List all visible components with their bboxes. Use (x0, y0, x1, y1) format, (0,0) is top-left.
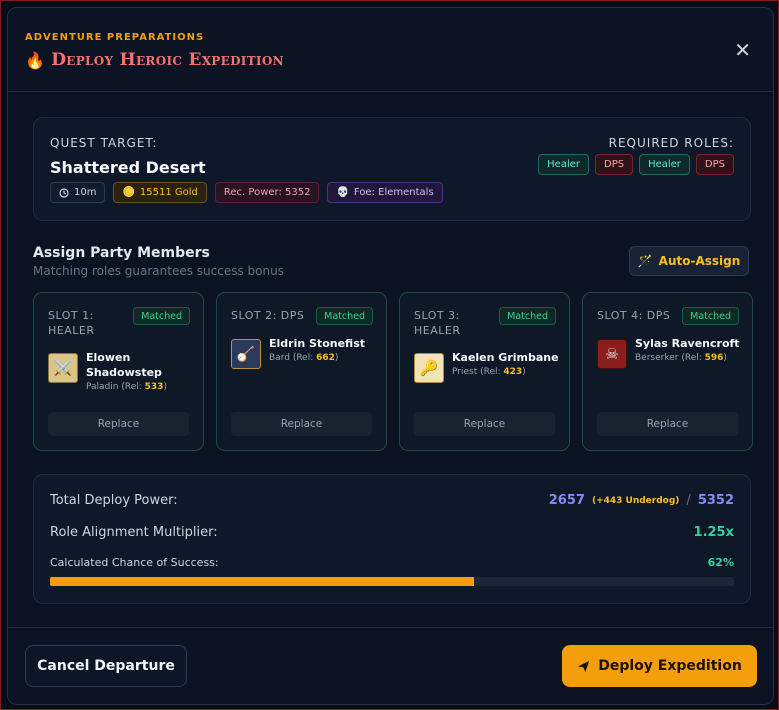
total-power-value: 2657 (548, 493, 585, 508)
slot-label: SLOT 4: DPS (597, 309, 671, 322)
slot-label: SLOT 3: HEALER (414, 309, 461, 337)
assign-party-subtitle: Matching roles guarantees success bonus (33, 264, 284, 278)
required-roles: Healer DPS Healer DPS (538, 154, 734, 175)
hero-class-meta: Bard (Rel: 662) (269, 353, 339, 363)
hero-info: ☠ Sylas Ravencroft Berserker (Rel: 596) (597, 336, 740, 369)
deploy-label: Deploy Expedition (598, 658, 742, 674)
recommended-power-text: Rec. Power: 5352 (223, 187, 311, 198)
close-icon[interactable]: ✕ (734, 40, 751, 60)
hero-name: Elowen Shadowstep (86, 351, 162, 379)
underdog-bonus: (+443 Underdog) (591, 495, 680, 506)
foe-tag: 💀 Foe: Elementals (327, 182, 443, 203)
modal-header: ADVENTURE PREPARATIONS 🔥 Deploy Heroic E… (8, 8, 773, 92)
modal-footer: Cancel Departure Deploy Expedition (8, 627, 773, 704)
hero-info: ⚔️ Elowen Shadowstep Paladin (Rel: 533) (48, 350, 186, 392)
matched-badge: Matched (133, 307, 190, 325)
matched-badge: Matched (682, 307, 739, 325)
duration-tag: 10m (50, 182, 106, 203)
success-chance-bar (50, 577, 734, 586)
app-background: ADVENTURE PREPARATIONS 🔥 Deploy Heroic E… (0, 0, 779, 710)
replace-button[interactable]: Replace (48, 412, 189, 436)
multiplier-row: Role Alignment Multiplier: 1.25x (50, 525, 734, 540)
party-slot-1[interactable]: SLOT 1: HEALER Matched ⚔️ Elowen Shadows… (33, 292, 204, 451)
party-slots: SLOT 1: HEALER Matched ⚔️ Elowen Shadows… (33, 292, 753, 451)
role-badge-dps: DPS (695, 154, 734, 175)
party-slot-2[interactable]: SLOT 2: DPS Matched 🪕 Eldrin Stonefist B… (216, 292, 387, 451)
skull-icon: 💀 (336, 187, 349, 198)
coins-icon: 🪙 (122, 187, 135, 198)
hero-class-meta: Paladin (Rel: 533) (86, 382, 167, 392)
role-badge-healer: Healer (538, 154, 589, 175)
beast-skull-icon: ☠ (597, 339, 627, 369)
hero-class: Paladin (86, 382, 119, 392)
hero-class: Berserker (635, 353, 679, 363)
lute-icon: 🪕 (231, 339, 261, 369)
hero-reliability: 596 (704, 353, 724, 363)
chance-value: 62% (707, 556, 734, 569)
matched-badge: Matched (499, 307, 556, 325)
recommended-power-tag: Rec. Power: 5352 (214, 182, 320, 203)
flame-icon: 🔥 (25, 50, 46, 70)
hero-class: Bard (269, 353, 290, 363)
deploy-expedition-button[interactable]: Deploy Expedition (562, 645, 757, 687)
role-badge-dps: DPS (595, 154, 634, 175)
paper-plane-icon (578, 660, 590, 672)
multiplier-value: 1.25x (693, 525, 734, 540)
matched-badge: Matched (316, 307, 373, 325)
multiplier-label: Role Alignment Multiplier: (50, 525, 218, 540)
quest-tags: 10m 🪙 15511 Gold Rec. Power: 5352 💀 Foe:… (50, 182, 443, 203)
party-slot-3[interactable]: SLOT 3: HEALER Matched 🔑 Kaelen Grimbane… (399, 292, 570, 451)
hero-reliability: 423 (503, 367, 523, 377)
hero-info: 🔑 Kaelen Grimbane Priest (Rel: 423) (414, 350, 559, 383)
deploy-modal: ADVENTURE PREPARATIONS 🔥 Deploy Heroic E… (7, 7, 774, 705)
deploy-summary-card: Total Deploy Power: 2657 (+443 Underdog)… (33, 474, 751, 604)
foe-text: Foe: Elementals (353, 187, 434, 198)
auto-assign-button[interactable]: 🪄 Auto-Assign (629, 246, 749, 276)
magic-wand-icon: 🪄 (637, 254, 653, 268)
auto-assign-label: Auto-Assign (658, 254, 741, 268)
success-chance-fill (50, 577, 475, 586)
hero-class-meta: Berserker (Rel: 596) (635, 353, 727, 363)
required-power-value: 5352 (697, 493, 734, 508)
hero-info: 🪕 Eldrin Stonefist Bard (Rel: 662) (231, 336, 365, 369)
modal-title-text: Deploy Heroic Expedition (51, 50, 284, 70)
required-roles-label: REQUIRED ROLES: (608, 136, 734, 150)
modal-eyebrow: ADVENTURE PREPARATIONS (25, 32, 205, 43)
gold-tag: 🪙 15511 Gold (113, 182, 207, 203)
hero-reliability: 662 (316, 353, 335, 363)
chance-row: Calculated Chance of Success: 62% (50, 556, 734, 569)
hero-reliability: 533 (144, 382, 164, 392)
slot-label: SLOT 2: DPS (231, 309, 305, 322)
quest-name: Shattered Desert (50, 158, 206, 177)
replace-button[interactable]: Replace (414, 412, 555, 436)
hero-name: Eldrin Stonefist (269, 337, 366, 350)
gold-text: 15511 Gold (139, 187, 198, 198)
power-separator: / (686, 493, 691, 508)
holy-scepter-icon: 🔑 (414, 353, 444, 383)
slot-label: SLOT 1: HEALER (48, 309, 95, 337)
duration-text: 10m (74, 187, 97, 198)
crossed-swords-icon: ⚔️ (48, 353, 78, 383)
cancel-departure-button[interactable]: Cancel Departure (25, 645, 187, 687)
party-slot-4[interactable]: SLOT 4: DPS Matched ☠ Sylas Ravencroft B… (582, 292, 753, 451)
total-power-row: Total Deploy Power: 2657 (+443 Underdog)… (50, 493, 734, 508)
modal-title: 🔥 Deploy Heroic Expedition (25, 50, 284, 70)
total-power-value-group: 2657 (+443 Underdog) / 5352 (549, 493, 734, 508)
hero-name: Kaelen Grimbane (452, 351, 559, 364)
replace-button[interactable]: Replace (231, 412, 372, 436)
assign-party-title: Assign Party Members (33, 245, 210, 261)
quest-label: QUEST TARGET: (50, 136, 158, 150)
quest-target-card: QUEST TARGET: Shattered Desert 10m 🪙 155… (33, 117, 751, 221)
hero-class-meta: Priest (Rel: 423) (452, 367, 526, 377)
role-badge-healer: Healer (639, 154, 690, 175)
hero-class: Priest (452, 367, 478, 377)
chance-label: Calculated Chance of Success: (50, 556, 219, 569)
hero-name: Sylas Ravencroft (635, 337, 740, 350)
total-power-label: Total Deploy Power: (50, 493, 178, 508)
clock-icon (59, 187, 69, 198)
replace-button[interactable]: Replace (597, 412, 738, 436)
